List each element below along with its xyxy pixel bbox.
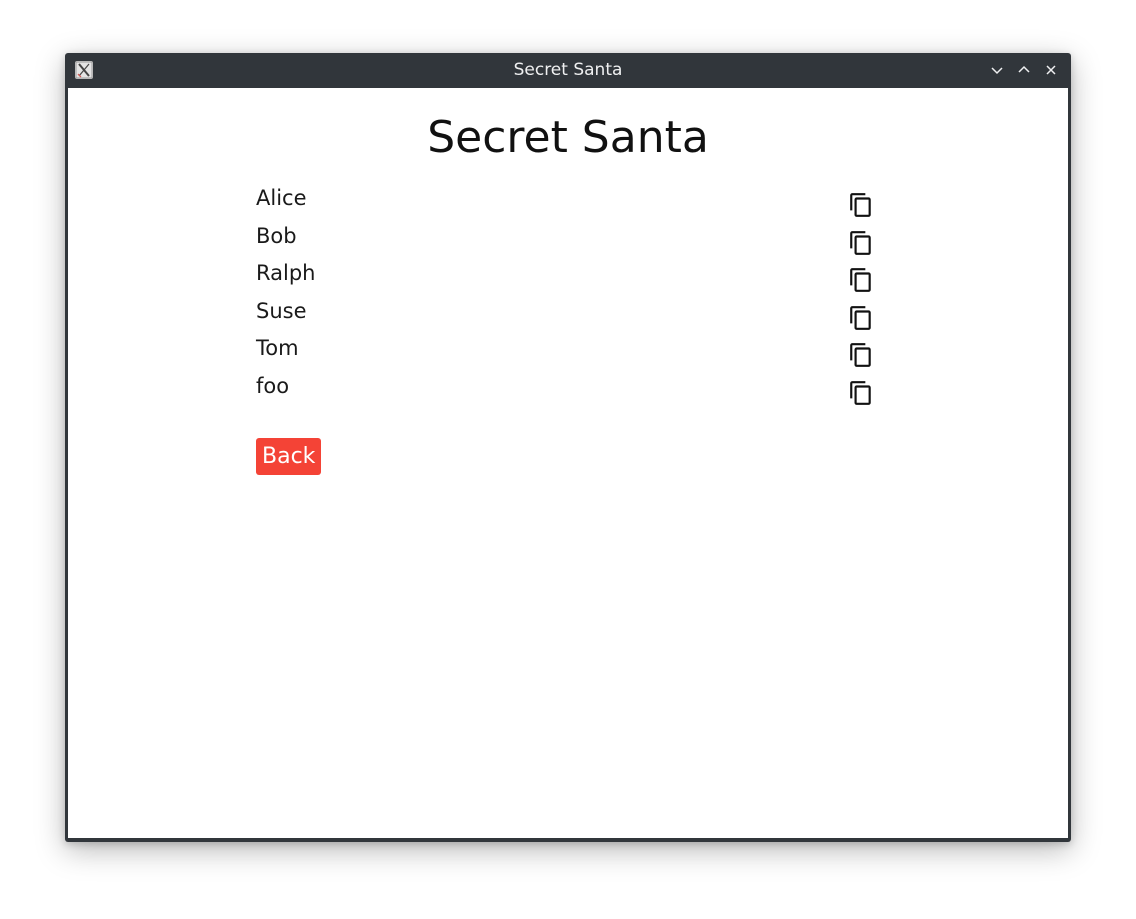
list-item: Ralph (256, 259, 886, 297)
list-item: Alice (256, 184, 886, 222)
window-titlebar[interactable]: Secret Santa (65, 53, 1071, 88)
list-item: Tom (256, 334, 886, 372)
window-content: Secret Santa Alice Bob Ralph Suse Tom fo… (68, 88, 1068, 838)
chevron-up-icon[interactable] (1015, 61, 1033, 79)
copy-icon[interactable] (848, 342, 874, 368)
copy-icon[interactable] (848, 380, 874, 406)
back-button[interactable]: Back (256, 438, 322, 475)
copy-icon[interactable] (848, 192, 874, 218)
app-window: Secret Santa Secret Santa Alice Bob Ralp… (65, 53, 1071, 842)
list-item: foo (256, 372, 886, 410)
participant-name: Ralph (256, 261, 316, 286)
page-title: Secret Santa (427, 112, 709, 163)
copy-icon[interactable] (848, 305, 874, 331)
list-item: Bob (256, 222, 886, 260)
participant-name: Bob (256, 223, 297, 248)
participant-name: Alice (256, 186, 307, 210)
close-icon[interactable] (1042, 61, 1060, 79)
window-title: Secret Santa (513, 60, 623, 80)
list-item: Suse (256, 297, 886, 335)
copy-icon[interactable] (848, 267, 874, 293)
participant-name: Suse (256, 298, 307, 323)
participant-name: Tom (256, 336, 299, 361)
participant-name: foo (256, 373, 290, 398)
copy-icon[interactable] (848, 230, 874, 256)
chevron-down-icon[interactable] (988, 61, 1006, 79)
participant-list: Alice Bob Ralph Suse Tom foo (256, 184, 886, 410)
